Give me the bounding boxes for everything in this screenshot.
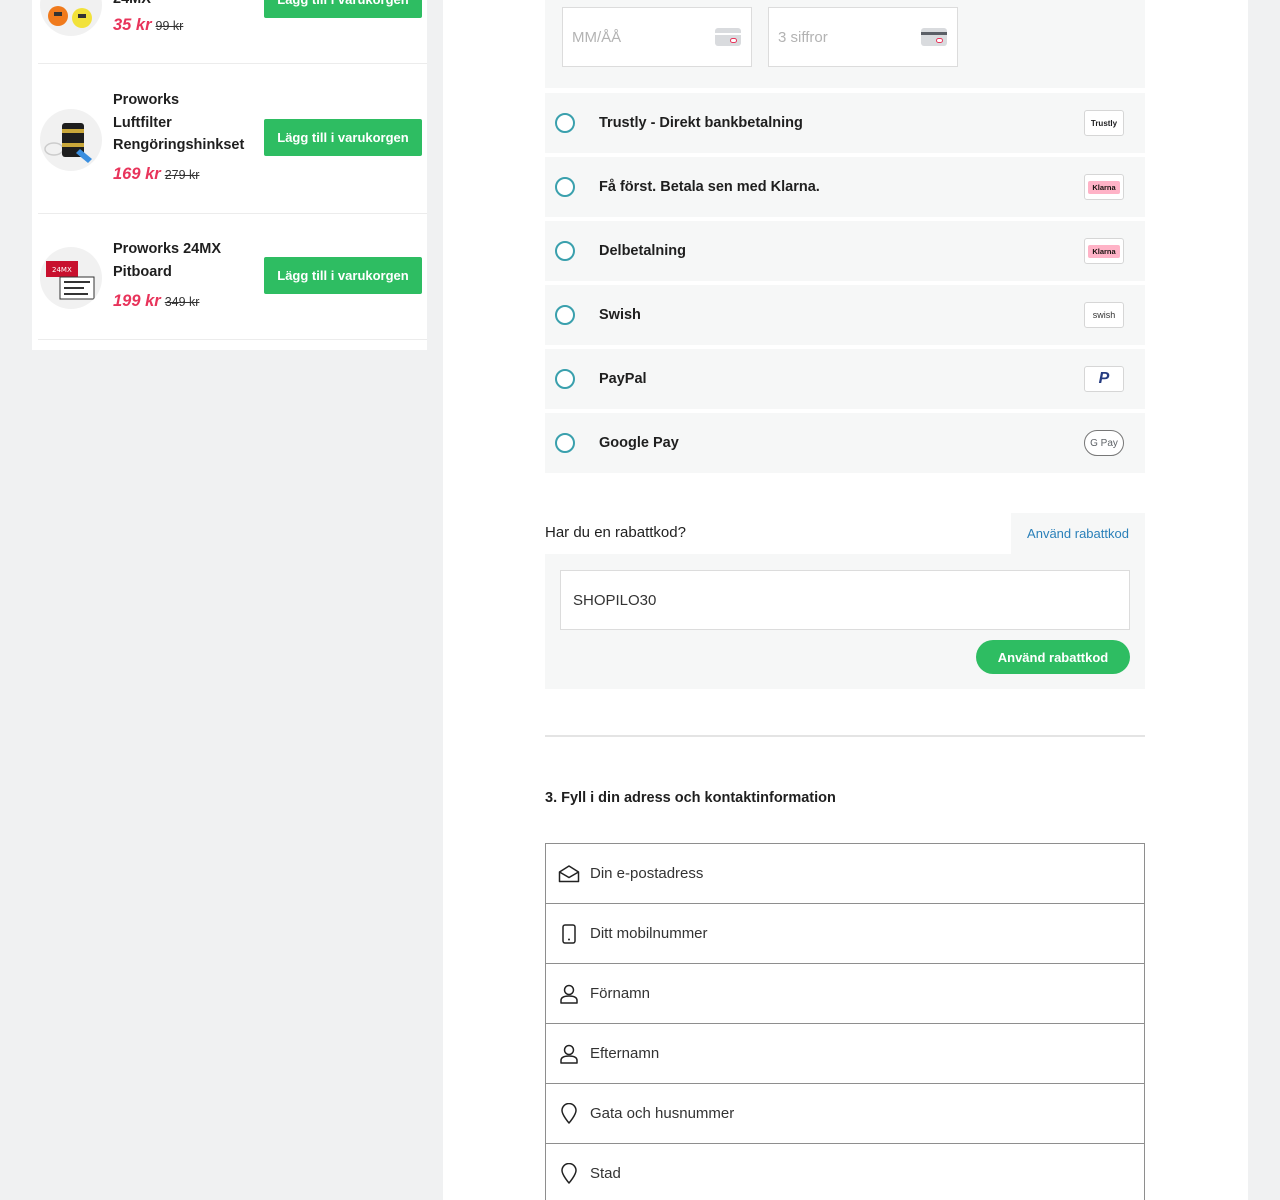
user-icon — [546, 984, 590, 1004]
card-expiry-field[interactable]: MM/ÅÅ — [562, 7, 752, 67]
upsell-panel: 24MX 35 kr99 kr Lägg till i varukorgen P… — [32, 0, 427, 350]
klarna-logo-icon: Klarna — [1084, 238, 1124, 264]
upsell-item: Proworks Luftfilter Rengöringshinkset 16… — [38, 64, 427, 214]
radio-button[interactable] — [555, 177, 575, 197]
upsell-item: 24MX Proworks 24MX Pitboard 199 kr 349 kr… — [38, 214, 427, 340]
card-details: MM/ÅÅ 3 siffror — [545, 0, 1145, 88]
card-expiry-placeholder: MM/ÅÅ — [572, 28, 622, 46]
google-pay-logo-icon: G Pay — [1084, 430, 1124, 456]
paypal-logo-icon: P — [1084, 366, 1124, 392]
upsell-price: 199 kr 349 kr — [113, 292, 200, 310]
address-form — [545, 843, 1145, 1200]
card-cvc-icon — [921, 28, 947, 46]
product-image-airfilter-kit — [40, 109, 102, 171]
location-pin-icon — [546, 1103, 590, 1124]
location-pin-icon — [546, 1163, 590, 1184]
city-field[interactable] — [590, 1145, 1144, 1200]
card-expiry-icon — [715, 28, 741, 46]
discount-toggle-button[interactable]: Använd rabattkod — [1011, 513, 1145, 554]
city-row — [546, 1144, 1144, 1200]
payment-option-klarna-later[interactable]: Få först. Betala sen med Klarna. Klarna — [545, 157, 1145, 217]
last-name-field[interactable] — [590, 1025, 1144, 1082]
street-row — [546, 1084, 1144, 1144]
payment-option-label: Swish — [599, 307, 641, 323]
email-field[interactable] — [590, 845, 1144, 902]
mobile-phone-icon — [546, 923, 590, 944]
payment-option-label: Få först. Betala sen med Klarna. — [599, 179, 820, 195]
payment-option-label: Delbetalning — [599, 243, 687, 259]
discount-question: Har du en rabattkod? — [545, 524, 686, 541]
upsell-price: 169 kr 279 kr — [113, 165, 200, 183]
discount-panel: Använd rabattkod — [545, 554, 1145, 689]
mobile-row — [546, 904, 1144, 964]
upsell-old-price: 349 kr — [164, 295, 200, 309]
payment-option-label: Trustly - Direkt bankbetalning — [599, 115, 803, 131]
payment-option-trustly[interactable]: Trustly - Direkt bankbetalning Trustly — [545, 93, 1145, 153]
payment-option-installment[interactable]: Delbetalning Klarna — [545, 221, 1145, 281]
payment-option-google-pay[interactable]: Google Pay G Pay — [545, 413, 1145, 473]
upsell-product-name: 24MX — [113, 0, 151, 11]
mobile-field[interactable] — [590, 905, 1144, 962]
upsell-product-name: Proworks 24MX Pitboard — [113, 241, 221, 280]
klarna-logo-icon: Klarna — [1084, 174, 1124, 200]
first-name-field[interactable] — [590, 965, 1144, 1022]
add-to-cart-button[interactable]: Lägg till i varukorgen — [264, 0, 422, 18]
discount-code-input[interactable] — [560, 570, 1130, 630]
address-section-title: 3. Fyll i din adress och kontaktinformat… — [545, 790, 836, 806]
upsell-product-name: Proworks Luftfilter Rengöringshinkset — [113, 92, 245, 153]
add-to-cart-button[interactable]: Lägg till i varukorgen — [264, 119, 422, 156]
user-icon — [546, 1044, 590, 1064]
section-divider — [545, 735, 1145, 737]
last-name-row — [546, 1024, 1144, 1084]
upsell-old-price: 279 kr — [164, 168, 200, 182]
street-field[interactable] — [590, 1085, 1144, 1142]
swish-logo-icon: swish — [1084, 302, 1124, 328]
payment-option-label: PayPal — [599, 371, 647, 387]
payment-option-paypal[interactable]: PayPal P — [545, 349, 1145, 409]
card-cvc-placeholder: 3 siffror — [778, 28, 828, 46]
trustly-logo-icon: Trustly — [1084, 110, 1124, 136]
apply-discount-button[interactable]: Använd rabattkod — [976, 640, 1130, 674]
radio-button[interactable] — [555, 369, 575, 389]
email-row — [546, 844, 1144, 904]
upsell-item: 24MX 35 kr99 kr Lägg till i varukorgen — [38, 0, 427, 64]
envelope-icon — [546, 864, 590, 883]
svg-text:24MX: 24MX — [52, 266, 72, 274]
radio-button[interactable] — [555, 241, 575, 261]
upsell-price: 35 kr 99 kr — [113, 16, 184, 34]
product-image-pitboard: 24MX — [40, 247, 102, 309]
add-to-cart-button[interactable]: Lägg till i varukorgen — [264, 257, 422, 294]
checkout-main: MM/ÅÅ 3 siffror Trustly - Direkt bankbet… — [443, 0, 1248, 1200]
card-cvc-field[interactable]: 3 siffror — [768, 7, 958, 67]
radio-button[interactable] — [555, 113, 575, 133]
product-image-helmets — [40, 0, 102, 36]
payment-option-label: Google Pay — [599, 435, 679, 451]
payment-option-swish[interactable]: Swish swish — [545, 285, 1145, 345]
radio-button[interactable] — [555, 305, 575, 325]
upsell-old-price: 99 kr — [155, 19, 184, 33]
radio-button[interactable] — [555, 433, 575, 453]
first-name-row — [546, 964, 1144, 1024]
